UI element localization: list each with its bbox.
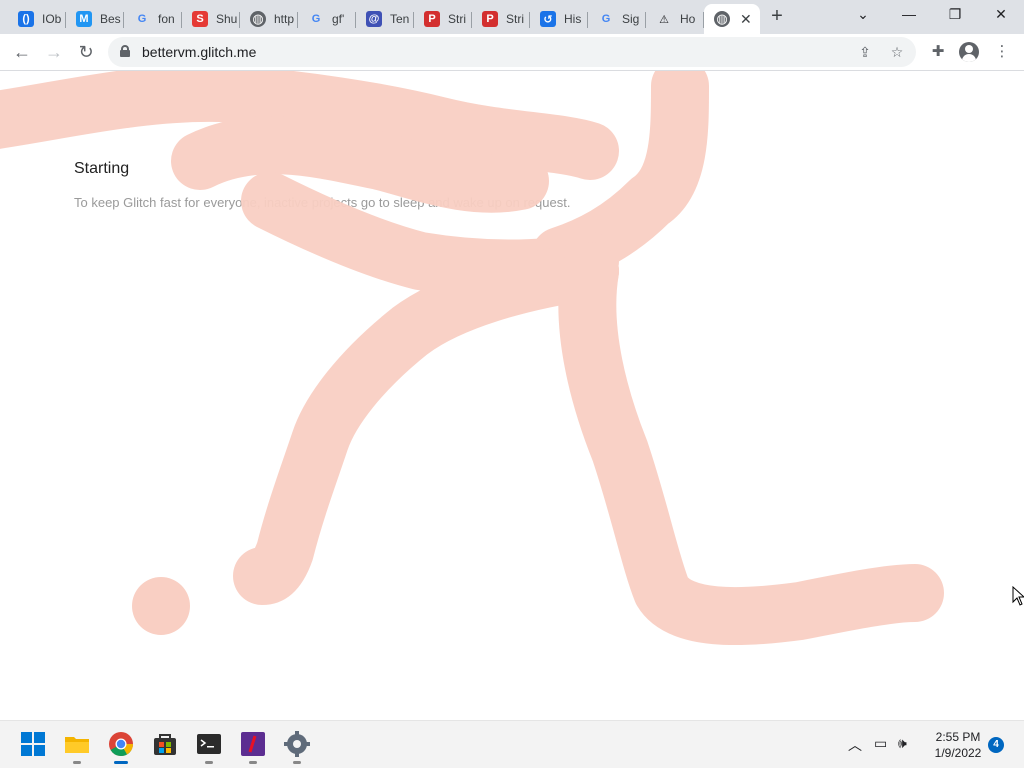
tab[interactable]: G Sig — [588, 4, 646, 34]
close-window-button[interactable]: ✕ — [978, 0, 1024, 30]
close-tab-icon[interactable]: ✕ — [740, 11, 752, 28]
tab[interactable]: M Bes — [66, 4, 124, 34]
settings-gear-icon[interactable] — [284, 731, 310, 764]
google-icon: G — [311, 13, 321, 25]
visual-studio-icon[interactable] — [240, 731, 266, 764]
stroke-upper-right-hook — [531, 71, 709, 285]
system-clock[interactable]: 2:55 PM 1/9/2022 — [930, 729, 986, 761]
page-content: Starting To keep Glitch fast for everyon… — [0, 71, 1024, 720]
chrome-taskbar-icon[interactable] — [108, 731, 134, 764]
tab-title: http — [274, 12, 295, 26]
share-icon[interactable]: ⇪ — [854, 41, 876, 63]
stripchat-icon: P — [482, 11, 498, 27]
globe-icon: ◍ — [250, 11, 266, 27]
tab-title: Shu — [216, 12, 238, 26]
tab[interactable]: ⚠ Ho — [646, 4, 704, 34]
menu-kebab-icon[interactable]: ⋮ — [990, 40, 1014, 64]
minimize-button[interactable]: — — [886, 0, 932, 30]
back-button[interactable]: ← — [8, 38, 36, 66]
reload-button[interactable]: ↻ — [72, 38, 100, 66]
tab-title: Bes — [100, 12, 121, 26]
extensions-icon[interactable]: ✚ — [926, 40, 950, 64]
start-button[interactable] — [20, 731, 46, 757]
bookmark-star-icon[interactable]: ☆ — [886, 41, 908, 63]
page-subtext: To keep Glitch fast for everyone, inacti… — [74, 195, 571, 210]
drawing-strokes — [0, 71, 944, 646]
clock-date: 1/9/2022 — [934, 746, 982, 760]
tab[interactable]: P Stri — [472, 4, 530, 34]
tab-title: Stri — [448, 12, 466, 26]
tab-title: Stri — [506, 12, 524, 26]
stroke-top-band-lower — [171, 116, 549, 213]
address-bar[interactable]: bettervm.glitch.me ⇪ ☆ — [108, 37, 916, 67]
new-tab-button[interactable]: + — [764, 4, 790, 30]
tab-title: Ho — [680, 12, 696, 26]
tab[interactable]: @ Ten — [356, 4, 414, 34]
tab[interactable]: ◍ http — [240, 4, 298, 34]
lock-icon[interactable] — [120, 45, 130, 57]
tab-title: IOb — [42, 12, 62, 26]
show-hidden-icons-chevron-icon[interactable]: ︿ — [848, 735, 862, 755]
tab[interactable]: ↺ His — [530, 4, 588, 34]
tab-title: His — [564, 12, 582, 26]
at-icon: @ — [366, 11, 382, 27]
store-icon[interactable] — [152, 731, 178, 757]
restore-button[interactable]: ❐ — [932, 0, 978, 30]
terminal-icon[interactable] — [196, 731, 222, 764]
windows-logo-icon — [20, 731, 46, 757]
stroke-top-band — [0, 71, 619, 180]
google-icon: G — [601, 13, 611, 25]
mouse-cursor-icon — [1012, 586, 1024, 606]
stripchat-icon: P — [424, 11, 440, 27]
globe-icon: ◍ — [714, 11, 730, 27]
stroke-dot — [132, 577, 190, 635]
shutterstock-icon: S — [192, 11, 208, 27]
tab-active[interactable]: ◍ ✕ — [704, 4, 760, 34]
tab-title: Sig — [622, 12, 640, 26]
iobit-icon: () — [18, 11, 34, 27]
volume-icon[interactable]: 🕪 — [898, 735, 907, 752]
forward-button[interactable]: → — [40, 38, 68, 66]
tab[interactable]: S Shu — [182, 4, 240, 34]
tab-search-icon[interactable]: ⌄ — [840, 0, 886, 30]
warning-icon: ⚠ — [659, 13, 669, 26]
browser-toolbar: ← → ↻ bettervm.glitch.me ⇪ ☆ ✚ ⋮ — [0, 34, 1024, 71]
url-text[interactable]: bettervm.glitch.me — [142, 44, 256, 60]
tab[interactable]: Ggf' — [298, 4, 356, 34]
stroke-diagonal — [241, 172, 619, 298]
bestbuy-icon: M — [76, 11, 92, 27]
page-heading: Starting — [74, 160, 130, 177]
tab[interactable]: () IOb — [8, 4, 66, 34]
stroke-right-leg — [558, 242, 944, 646]
file-explorer-icon[interactable] — [64, 731, 90, 764]
notification-badge[interactable]: 4 — [988, 737, 1004, 753]
tab-title: fon — [158, 12, 175, 26]
clock-time: 2:55 PM — [935, 730, 981, 744]
google-icon: G — [137, 13, 147, 25]
network-icon[interactable]: ▭ — [874, 735, 887, 752]
tab-title: Ten — [390, 12, 410, 26]
tab[interactable]: P Stri — [414, 4, 472, 34]
history-icon: ↺ — [540, 11, 556, 27]
stroke-left-leg — [233, 242, 619, 605]
profile-avatar-icon[interactable] — [959, 42, 979, 62]
tab-title: gf' — [332, 12, 345, 26]
tab-strip: () IOb M Bes Gfon S Shu ◍ http Ggf' @ Ten P Stri P Stri… — [0, 0, 1024, 34]
windows-taskbar: ︿ ▭ 🕪 2:55 PM 1/9/2022 4 — [0, 720, 1024, 768]
tab[interactable]: Gfon — [124, 4, 182, 34]
